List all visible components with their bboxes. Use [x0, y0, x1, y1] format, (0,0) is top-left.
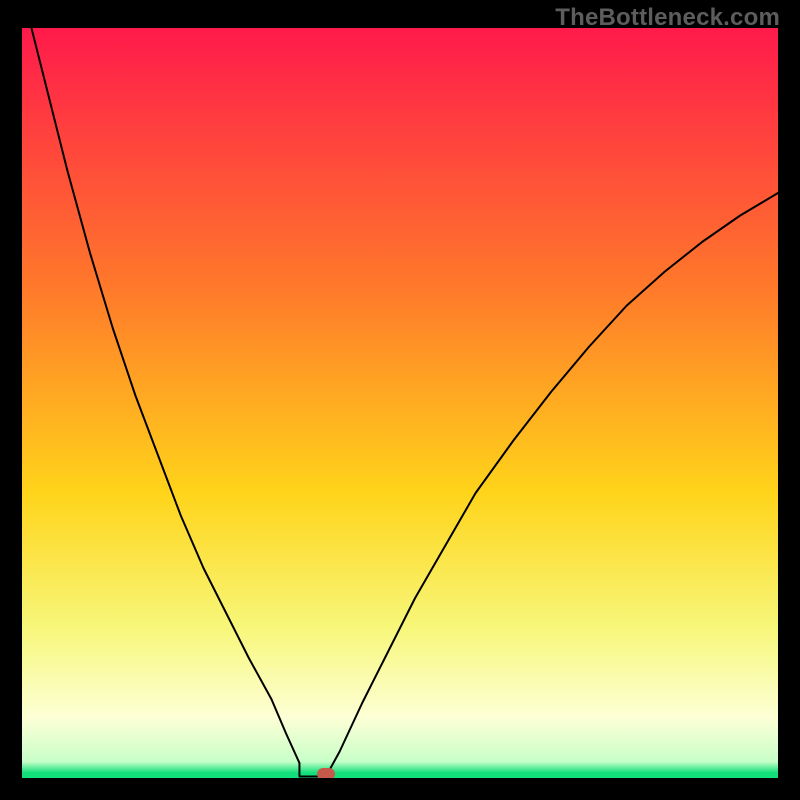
chart-frame: TheBottleneck.com — [0, 0, 800, 800]
plot-area — [22, 28, 778, 778]
watermark-text: TheBottleneck.com — [555, 4, 780, 32]
minimum-marker — [317, 768, 335, 779]
bottleneck-curve — [22, 28, 778, 778]
